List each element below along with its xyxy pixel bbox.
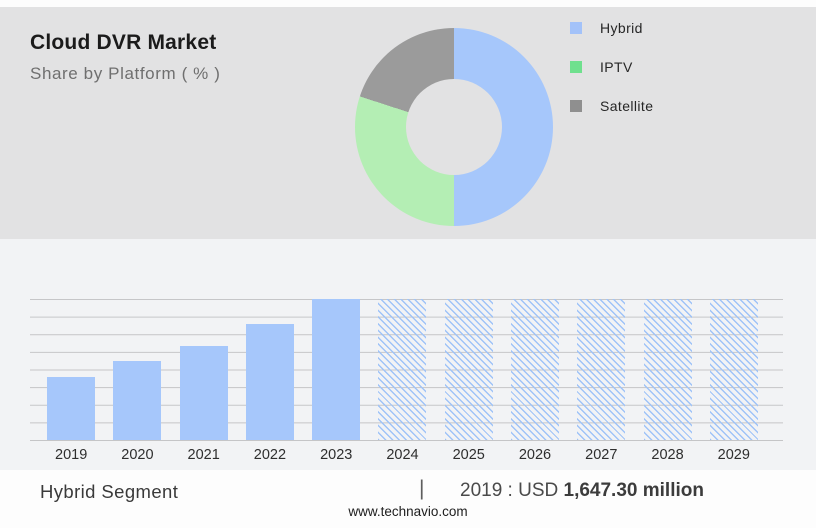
website-url: www.technavio.com bbox=[348, 504, 468, 519]
bar-2021 bbox=[179, 345, 228, 440]
market-value-prefix: 2019 : USD bbox=[460, 480, 564, 501]
bar-column-2024 bbox=[369, 299, 435, 440]
bar-2027 bbox=[577, 299, 626, 440]
x-tick-label-2021: 2021 bbox=[187, 447, 220, 463]
legend-label: Satellite bbox=[600, 98, 654, 114]
legend-label: Hybrid bbox=[600, 20, 643, 36]
bar-2020 bbox=[113, 361, 162, 440]
bar-column-2028 bbox=[634, 299, 700, 440]
legend-item-satellite: Satellite bbox=[570, 98, 654, 114]
bar-2022 bbox=[245, 323, 294, 440]
x-tick-label-2027: 2027 bbox=[585, 447, 618, 463]
bar-2019 bbox=[47, 376, 96, 440]
x-tick-label-2026: 2026 bbox=[518, 447, 552, 463]
infographic: Cloud DVR Market Share by Platform ( % )… bbox=[0, 0, 816, 528]
donut-hole bbox=[406, 79, 502, 175]
x-tick-label-2022: 2022 bbox=[253, 447, 287, 463]
x-tick-label-2028: 2028 bbox=[651, 447, 684, 463]
bar-column-2023 bbox=[303, 299, 369, 440]
bar-column-2019 bbox=[38, 299, 104, 440]
title-block: Cloud DVR Market Share by Platform ( % ) bbox=[30, 31, 220, 84]
x-tick-label-2020: 2020 bbox=[121, 447, 154, 463]
bar-2023 bbox=[312, 299, 361, 440]
legend-item-hybrid: Hybrid bbox=[570, 20, 653, 36]
market-value-amount: 1,647.30 million bbox=[563, 480, 704, 501]
segment-label: Hybrid Segment bbox=[40, 481, 179, 502]
legend-label: IPTV bbox=[600, 59, 633, 75]
bar-chart-section: 2019 2020 2021 2022 2023 2024 2025 2026 2027 2028… bbox=[0, 239, 816, 470]
x-tick-label-2023: 2023 bbox=[320, 447, 353, 463]
bar-column-2025 bbox=[436, 299, 502, 440]
bar-column-2026 bbox=[502, 299, 568, 440]
x-tick-label-2019: 2019 bbox=[55, 447, 88, 463]
bar-chart-plot bbox=[30, 299, 783, 441]
bar-column-2021 bbox=[171, 299, 237, 440]
bar-column-2022 bbox=[237, 299, 303, 440]
bar-column-2029 bbox=[701, 299, 767, 440]
legend-item-iptv: IPTV bbox=[570, 59, 653, 75]
donut-chart bbox=[355, 28, 553, 226]
page-title: Cloud DVR Market bbox=[30, 31, 217, 54]
donut-legend: Hybrid IPTV Satellite bbox=[570, 20, 654, 138]
bar-column-2020 bbox=[104, 299, 170, 440]
footnote-strip: Hybrid Segment | 2019 : USD 1,647.30 mil… bbox=[0, 470, 816, 528]
bars bbox=[38, 299, 767, 440]
legend-swatch-icon bbox=[570, 61, 582, 73]
bar-2025 bbox=[444, 299, 493, 440]
bar-labels: 2019 2020 2021 2022 2023 2024 2025 2026 2027 2028… bbox=[38, 447, 767, 463]
x-tick-label-2025: 2025 bbox=[452, 447, 485, 463]
donut-section: Cloud DVR Market Share by Platform ( % )… bbox=[0, 7, 816, 239]
bar-2026 bbox=[510, 299, 559, 440]
bar-column-2027 bbox=[568, 299, 634, 440]
legend-swatch-icon bbox=[570, 100, 582, 112]
market-value: 2019 : USD 1,647.30 million bbox=[460, 480, 704, 502]
page-subtitle: Share by Platform ( % ) bbox=[30, 64, 221, 83]
legend-swatch-icon bbox=[570, 22, 582, 34]
bar-2024 bbox=[378, 299, 427, 440]
bar-2029 bbox=[709, 299, 758, 440]
bar-2028 bbox=[643, 299, 692, 440]
x-tick-label-2029: 2029 bbox=[717, 447, 750, 463]
divider-bar: | bbox=[419, 477, 425, 500]
x-tick-label-2024: 2024 bbox=[386, 447, 419, 463]
